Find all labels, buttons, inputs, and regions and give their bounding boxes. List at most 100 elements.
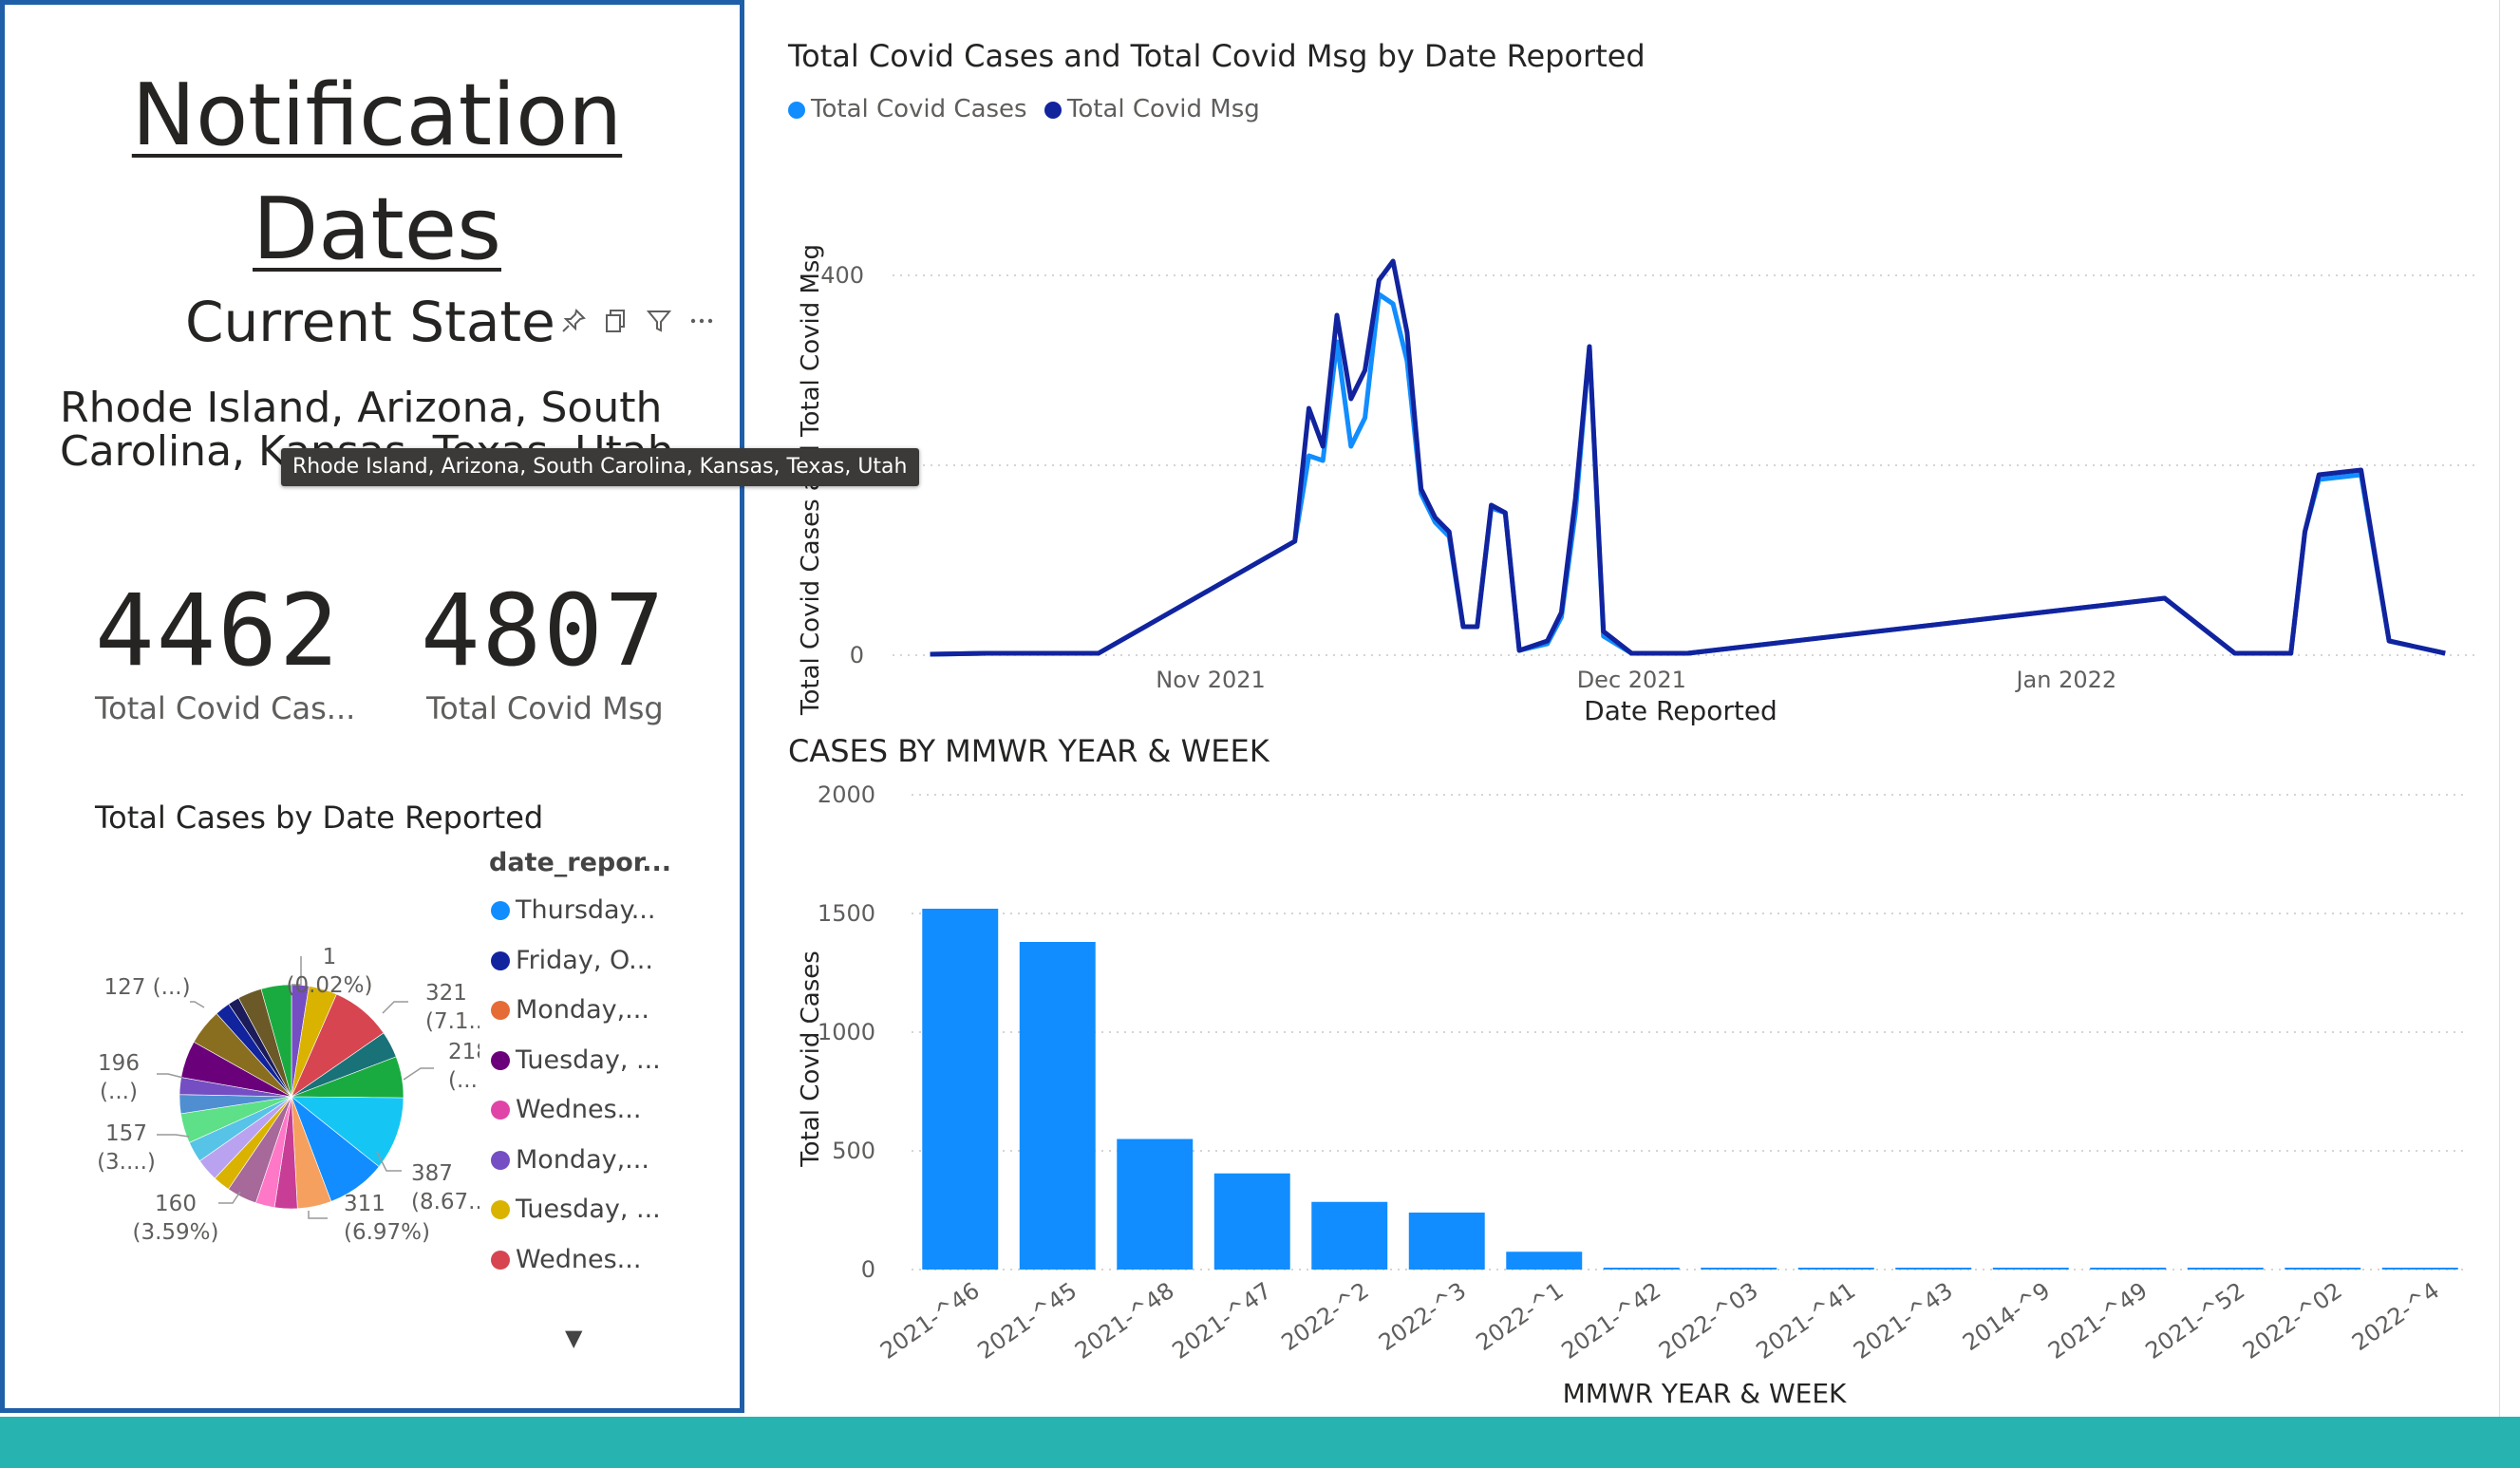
pie-chart-title: Total Cases by Date Reported	[95, 800, 544, 836]
bar[interactable]	[2090, 1268, 2167, 1270]
page-title-line-2: Dates	[252, 179, 501, 279]
bar[interactable]	[1019, 942, 1096, 1270]
line-chart-legend: Total Covid Cases Total Covid Msg	[788, 95, 1269, 123]
copy-icon[interactable]	[600, 307, 632, 339]
legend-label: Monday,...	[516, 995, 649, 1025]
pie-legend-item[interactable]: Thursday...	[491, 895, 655, 925]
x-tick-label: Jan 2022	[2014, 667, 2116, 693]
pie-data-label: 196	[98, 1051, 140, 1076]
legend-dot	[491, 1150, 510, 1170]
legend-label: Tuesday, ...	[516, 1045, 661, 1075]
bar[interactable]	[2187, 1268, 2264, 1270]
bar[interactable]	[922, 909, 999, 1270]
pie-leader-line	[157, 1073, 184, 1079]
legend-label: Friday, O...	[516, 945, 653, 975]
x-tick-label: 2022-^03	[1654, 1277, 1763, 1364]
bar[interactable]	[1408, 1213, 1485, 1270]
bar[interactable]	[1311, 1201, 1388, 1270]
notification-panel: Notification Dates Current State Rhode I…	[0, 0, 744, 1413]
line-chart[interactable]: 0 400 Nov 2021 Dec 2021 Jan 2022 Date Reporte…	[779, 152, 2497, 741]
pie-leader-line	[157, 1134, 190, 1138]
bar[interactable]	[1797, 1268, 1874, 1270]
x-tick-label: Nov 2021	[1156, 667, 1266, 693]
bar[interactable]	[1213, 1173, 1290, 1270]
bar[interactable]	[2381, 1268, 2458, 1270]
bar[interactable]	[1701, 1268, 1777, 1270]
legend-scroll-down-icon[interactable]: ▼	[565, 1325, 582, 1351]
bar[interactable]	[2285, 1268, 2361, 1270]
pie-data-label: 387	[411, 1161, 453, 1186]
bar-chart-title: CASES BY MMWR YEAR & WEEK	[788, 733, 1269, 769]
pie-legend-item[interactable]: Friday, O...	[491, 946, 653, 975]
pie-leader-line	[382, 1001, 408, 1014]
y-tick-label: 0	[861, 1256, 875, 1283]
legend-dot	[491, 1200, 510, 1219]
legend-dot	[491, 950, 510, 970]
legend-dot	[491, 1050, 510, 1070]
x-tick-label: 2022-^1	[1472, 1277, 1569, 1356]
kpi-total-covid-cases-label: Total Covid Cas...	[95, 690, 356, 726]
legend-dot	[491, 1250, 510, 1270]
pie-data-label: 127 (...)	[103, 975, 190, 1000]
pie-legend-item[interactable]: Tuesday, ...	[491, 1195, 661, 1224]
pie-data-label: 160	[155, 1192, 197, 1216]
pie-legend-item[interactable]: Tuesday, ...	[491, 1045, 661, 1075]
current-state-label: Current State	[185, 290, 555, 354]
kpi-total-covid-cases-value: 4462	[95, 573, 341, 688]
legend-label: Tuesday, ...	[516, 1195, 661, 1224]
kpi-total-covid-msg-label: Total Covid Msg	[426, 690, 664, 726]
line-chart-title: Total Covid Cases and Total Covid Msg by…	[788, 38, 1646, 74]
x-tick-label: 2022-^02	[2238, 1277, 2347, 1364]
x-tick-label: 2021-^45	[973, 1277, 1082, 1364]
x-tick-label: 2022-^4	[2347, 1277, 2444, 1356]
pie-data-label: (3.59%)	[132, 1220, 218, 1245]
pie-legend-title: date_repor...	[489, 848, 672, 877]
legend-dot	[491, 1001, 510, 1020]
x-tick-label: Dec 2021	[1577, 667, 1686, 693]
pie-chart[interactable]: 1 (0.02%) 321 (7.1...) 218 (...) 387 (8.67...) 3…	[81, 916, 480, 1277]
pie-data-label: (...)	[100, 1080, 138, 1104]
legend-dot	[788, 102, 805, 119]
y-tick-label: 1000	[818, 1019, 875, 1045]
page-scrollbar-area	[2499, 0, 2520, 1417]
x-axis-label: Date Reported	[1584, 695, 1777, 726]
footer-bar	[0, 1417, 2520, 1468]
pie-data-label: (7.1...)	[425, 1009, 480, 1034]
legend-label: Monday,...	[516, 1144, 649, 1175]
bar[interactable]	[1603, 1268, 1680, 1270]
x-tick-label: 2021-^47	[1168, 1277, 1277, 1364]
pie-data-label: 311	[344, 1192, 386, 1216]
pin-icon[interactable]	[557, 307, 590, 339]
bar[interactable]	[1117, 1139, 1194, 1270]
series-line-total-covid-cases[interactable]	[930, 292, 2446, 657]
bar-chart[interactable]: 0 500 1000 1500 2000 2021-^462021-^452021-^48…	[779, 774, 2497, 1416]
series-line-total-covid-msg[interactable]	[930, 258, 2446, 657]
pie-data-label: (8.67...)	[411, 1190, 480, 1214]
x-tick-label: 2021-^42	[1557, 1277, 1666, 1364]
y-axis-label: Total Covid Cases	[797, 950, 825, 1168]
pie-legend-item[interactable]: Monday,...	[491, 995, 649, 1025]
x-tick-label: 2014-^9	[1958, 1277, 2055, 1356]
bar[interactable]	[1992, 1268, 2069, 1270]
pie-legend-item[interactable]: Wednes...	[491, 1245, 641, 1274]
x-tick-label: 2022-^3	[1374, 1277, 1471, 1356]
bar[interactable]	[1506, 1252, 1583, 1270]
states-tooltip: Rhode Island, Arizona, South Carolina, K…	[281, 448, 919, 486]
more-options-icon[interactable]	[686, 307, 718, 339]
pie-data-label: 321	[425, 981, 467, 1006]
pie-data-label: (0.02%)	[286, 973, 372, 998]
pie-leader-line	[308, 1211, 328, 1219]
legend-label: Wednes...	[516, 1244, 642, 1274]
x-tick-label: 2021-^43	[1849, 1277, 1958, 1364]
legend-label: Wednes...	[516, 1095, 642, 1124]
pie-legend-item[interactable]: Wednes...	[491, 1095, 641, 1124]
page-title-line-1: Notification	[131, 66, 623, 165]
legend-label: Total Covid Msg	[1066, 95, 1260, 123]
filter-icon[interactable]	[643, 307, 675, 339]
legend-item-total-covid-msg[interactable]: Total Covid Msg	[1044, 95, 1260, 123]
pie-legend-item[interactable]: Monday,...	[491, 1145, 649, 1175]
y-tick-label: 400	[820, 262, 864, 289]
bar[interactable]	[1895, 1268, 1972, 1270]
legend-item-total-covid-cases[interactable]: Total Covid Cases	[788, 95, 1027, 123]
pie-data-label: 1	[323, 945, 337, 969]
